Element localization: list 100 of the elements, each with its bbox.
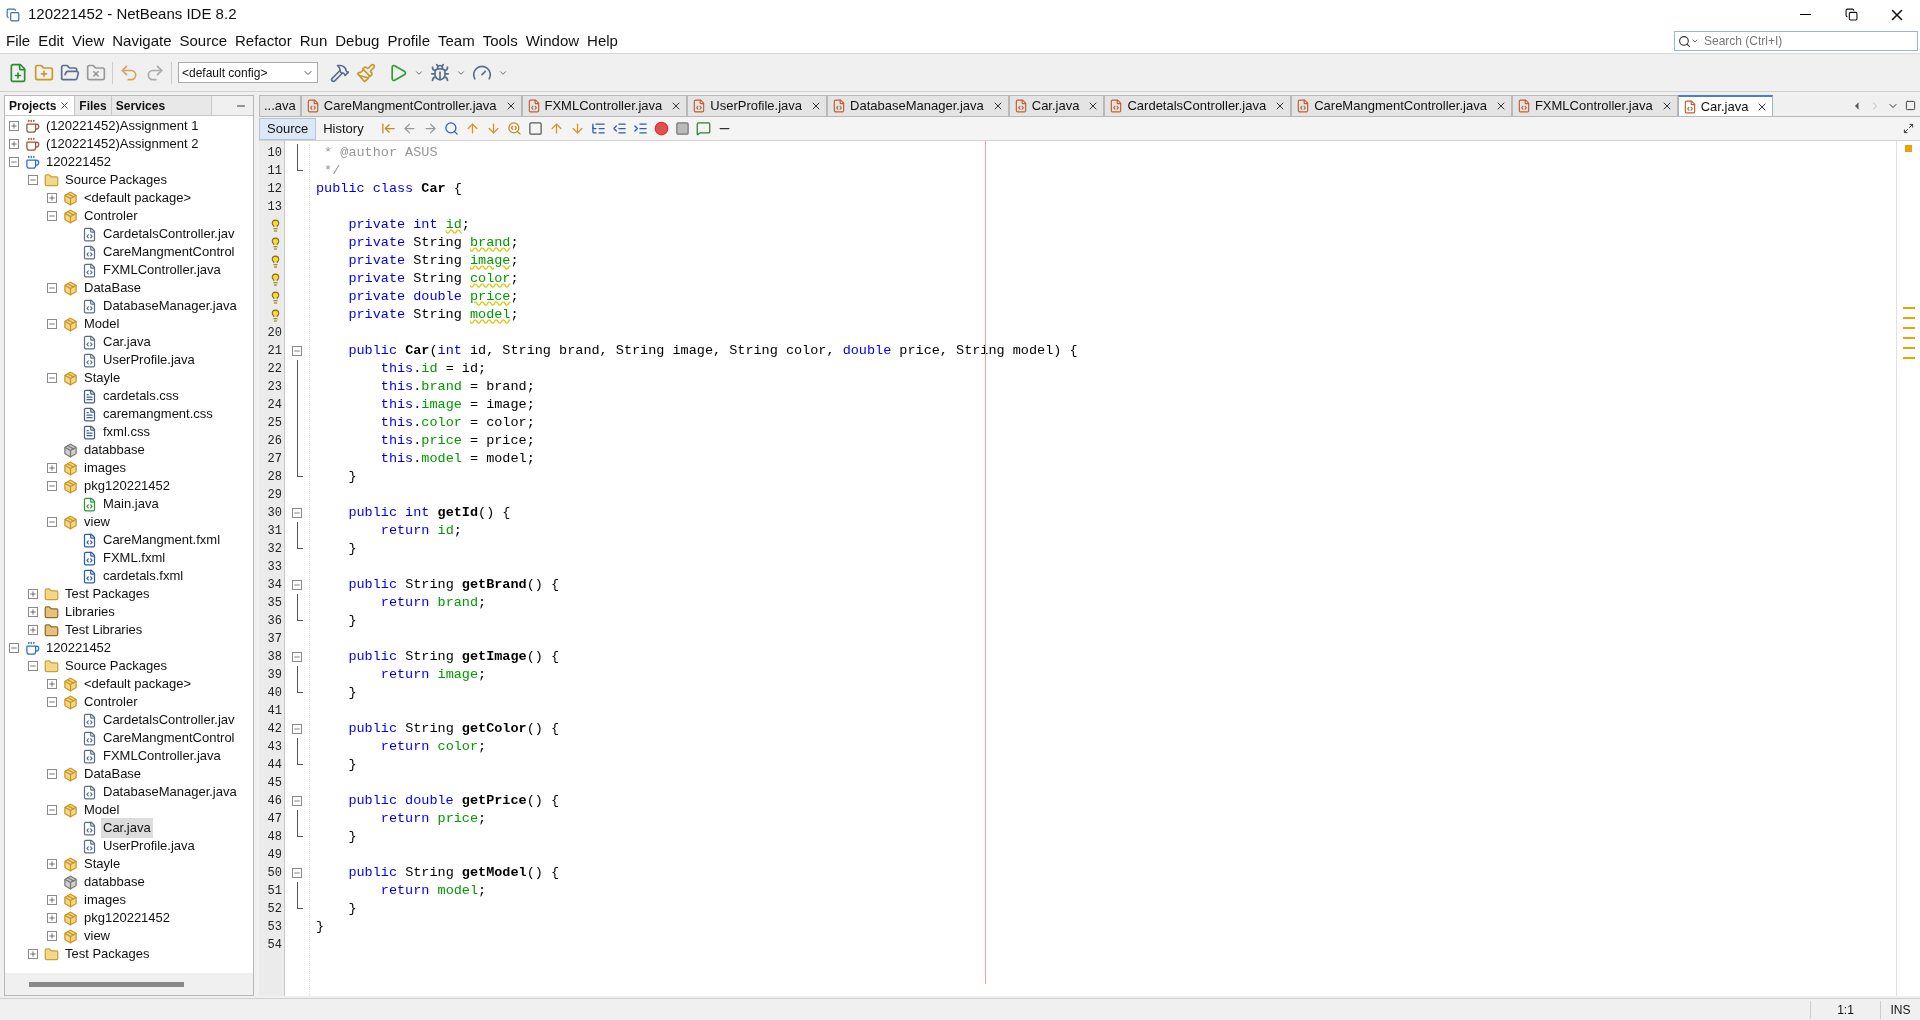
expand-toggle[interactable] xyxy=(28,607,38,617)
tree-item[interactable]: cardetals.css xyxy=(101,386,181,406)
collapse-toggle[interactable] xyxy=(28,175,38,185)
tree-item[interactable]: Libraries xyxy=(63,602,117,622)
tree-item[interactable]: view xyxy=(82,926,112,946)
undo-icon[interactable] xyxy=(119,62,139,83)
editor-tab[interactable]: ...ava xyxy=(259,95,301,116)
expand-toggle[interactable] xyxy=(9,139,19,149)
config-dropdown[interactable]: <default config> xyxy=(178,62,318,83)
tree-item[interactable]: 120221452 xyxy=(44,152,114,172)
tree-item[interactable]: Source Packages xyxy=(63,170,169,190)
editor-tab[interactable]: FXMLController.java xyxy=(521,95,688,116)
tree-item[interactable]: databbase xyxy=(82,872,147,892)
expand-toggle[interactable] xyxy=(47,193,57,203)
expand-toggle[interactable] xyxy=(47,463,57,473)
warning-marker[interactable] xyxy=(1902,317,1915,319)
record-icon[interactable] xyxy=(653,121,669,136)
editor-tab[interactable]: Car.java xyxy=(1677,95,1774,116)
tree-item[interactable]: CareMangmentControl xyxy=(101,728,237,748)
search-icon[interactable] xyxy=(443,121,459,136)
warning-bulb-icon[interactable] xyxy=(269,272,282,286)
tree-item[interactable]: view xyxy=(82,512,112,532)
editor-tab[interactable]: Car.java xyxy=(1008,95,1105,116)
fold-toggle[interactable] xyxy=(292,652,302,662)
warning-marker[interactable] xyxy=(1902,347,1915,349)
next-occurrence-icon[interactable] xyxy=(485,121,501,136)
editor-tab[interactable]: FXMLController.java xyxy=(1511,95,1678,116)
collapse-toggle[interactable] xyxy=(47,517,57,527)
expand-toggle[interactable] xyxy=(47,913,57,923)
expand-toggle[interactable] xyxy=(28,625,38,635)
collapse-toggle[interactable] xyxy=(47,211,57,221)
view-tab[interactable]: Source xyxy=(259,117,317,140)
tree-item[interactable]: DataBase xyxy=(82,764,144,784)
tree-item[interactable]: caremangment.css xyxy=(101,404,215,424)
search-selection-icon[interactable] xyxy=(506,121,522,136)
tree-item[interactable]: cardetals.fxml xyxy=(101,566,186,586)
tree-item[interactable]: (120221452)Assignment 1 xyxy=(44,116,201,136)
collapse-toggle[interactable] xyxy=(47,697,57,707)
maximize-icon[interactable] xyxy=(1905,100,1916,111)
menu-item[interactable]: View xyxy=(68,29,109,53)
tree-item[interactable]: Test Packages xyxy=(63,584,152,604)
close-icon[interactable] xyxy=(59,100,71,111)
square-icon[interactable] xyxy=(527,121,543,136)
collapse-toggle[interactable] xyxy=(47,769,57,779)
menu-item[interactable]: Window xyxy=(521,29,584,53)
collapse-toggle[interactable] xyxy=(47,283,57,293)
tree-item[interactable]: databbase xyxy=(82,440,147,460)
tree-item[interactable]: Model xyxy=(82,800,122,820)
fold-toggle[interactable] xyxy=(292,508,302,518)
expand-toggle[interactable] xyxy=(28,589,38,599)
hammer-icon[interactable] xyxy=(330,62,350,83)
menu-item[interactable]: Edit xyxy=(34,29,69,53)
menu-item[interactable]: Team xyxy=(434,29,479,53)
menu-item[interactable]: Tools xyxy=(478,29,522,53)
warning-marker[interactable] xyxy=(1902,357,1915,359)
menu-item[interactable]: Profile xyxy=(383,29,434,53)
tree-item[interactable]: Car.java xyxy=(101,332,153,352)
warning-bulb-icon[interactable] xyxy=(269,308,282,322)
editor-tab[interactable]: CareMangmentController.java xyxy=(1291,95,1512,116)
editor-tab[interactable]: DatabaseManager.java xyxy=(827,95,1009,116)
fold-toggle[interactable] xyxy=(292,724,302,734)
expand-toggle[interactable] xyxy=(28,949,38,959)
editor-tab[interactable]: CareMangmentController.java xyxy=(300,95,522,116)
new-file-icon[interactable] xyxy=(8,62,28,83)
collapse-toggle[interactable] xyxy=(47,481,57,491)
menu-item[interactable]: Refactor xyxy=(231,29,296,53)
tree-item[interactable]: FXMLController.java xyxy=(101,746,223,766)
tree-item[interactable]: CareMangment.fxml xyxy=(101,530,223,550)
fold-toggle[interactable] xyxy=(292,796,302,806)
tree-item[interactable]: <default package> xyxy=(82,188,193,208)
debug-icon[interactable] xyxy=(430,62,450,83)
menu-item[interactable]: Source xyxy=(175,29,231,53)
tree-item[interactable]: DatabaseManager.java xyxy=(101,782,239,802)
tree-item[interactable]: FXMLController.java xyxy=(101,260,223,280)
tree-item[interactable]: UserProfile.java xyxy=(101,350,197,370)
collapse-toggle[interactable] xyxy=(9,157,19,167)
tree-item[interactable]: images xyxy=(82,890,128,910)
fold-toggle[interactable] xyxy=(292,346,302,356)
warning-bulb-icon[interactable] xyxy=(269,290,282,304)
menu-item[interactable]: File xyxy=(2,29,35,53)
expand-toggle[interactable] xyxy=(47,859,57,869)
warning-bulb-icon[interactable] xyxy=(269,236,282,250)
editor-tab[interactable]: CardetalsController.java xyxy=(1104,95,1292,116)
warning-marker[interactable] xyxy=(1902,327,1915,329)
horizontal-scrollbar[interactable] xyxy=(29,981,184,987)
warning-bulb-icon[interactable] xyxy=(269,218,282,232)
last-edit-icon[interactable] xyxy=(380,121,396,136)
outdent-icon[interactable] xyxy=(611,121,627,136)
tree-item[interactable]: pkg120221452 xyxy=(82,908,173,928)
tree-item[interactable]: Controler xyxy=(82,692,140,712)
tree-item[interactable]: Model xyxy=(82,314,122,334)
run-icon[interactable] xyxy=(388,62,408,83)
tree-item[interactable]: Stayle xyxy=(82,854,123,874)
tree-item[interactable]: (120221452)Assignment 2 xyxy=(44,134,201,154)
tree-item[interactable]: CardetalsController.jav xyxy=(101,710,237,730)
tree-item[interactable]: CareMangmentControl xyxy=(101,242,237,262)
forward-arrow-icon[interactable] xyxy=(422,121,438,136)
tree-item[interactable]: Controler xyxy=(82,206,140,226)
tree-item[interactable]: <default package> xyxy=(82,674,193,694)
close-folder-icon[interactable] xyxy=(86,62,106,83)
